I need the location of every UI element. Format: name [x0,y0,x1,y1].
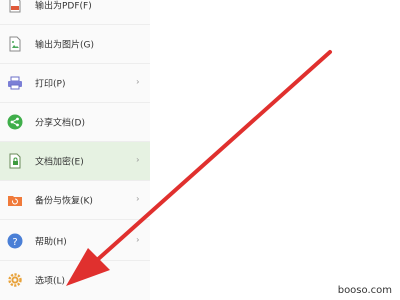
annotation-arrow [66,50,332,286]
watermark-text: booso.com [337,285,392,296]
